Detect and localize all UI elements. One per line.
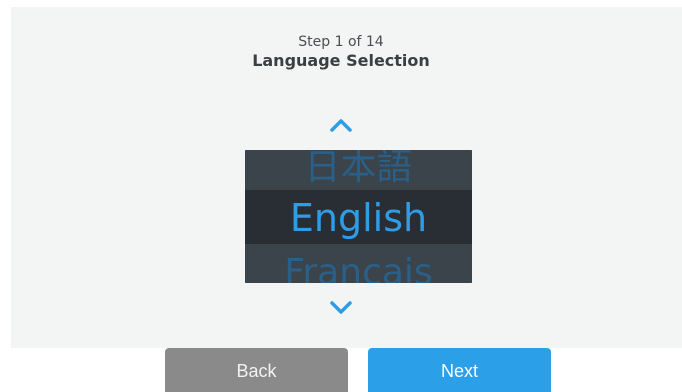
picker-option-selected[interactable]: English — [245, 190, 472, 244]
chevron-up-icon[interactable] — [330, 118, 352, 132]
back-button[interactable]: Back — [165, 348, 348, 392]
language-picker[interactable]: 日本語 English Francais — [245, 150, 472, 283]
step-indicator: Step 1 of 14 — [298, 34, 384, 50]
picker-option-previous[interactable]: 日本語 — [245, 150, 472, 190]
page-title: Language Selection — [252, 51, 430, 70]
chevron-down-icon[interactable] — [330, 301, 352, 315]
picker-option-next[interactable]: Francais — [245, 244, 472, 283]
next-button[interactable]: Next — [368, 348, 551, 392]
language-setup-screen: Step 1 of 14 Language Selection 日本語 Engl… — [0, 0, 682, 392]
